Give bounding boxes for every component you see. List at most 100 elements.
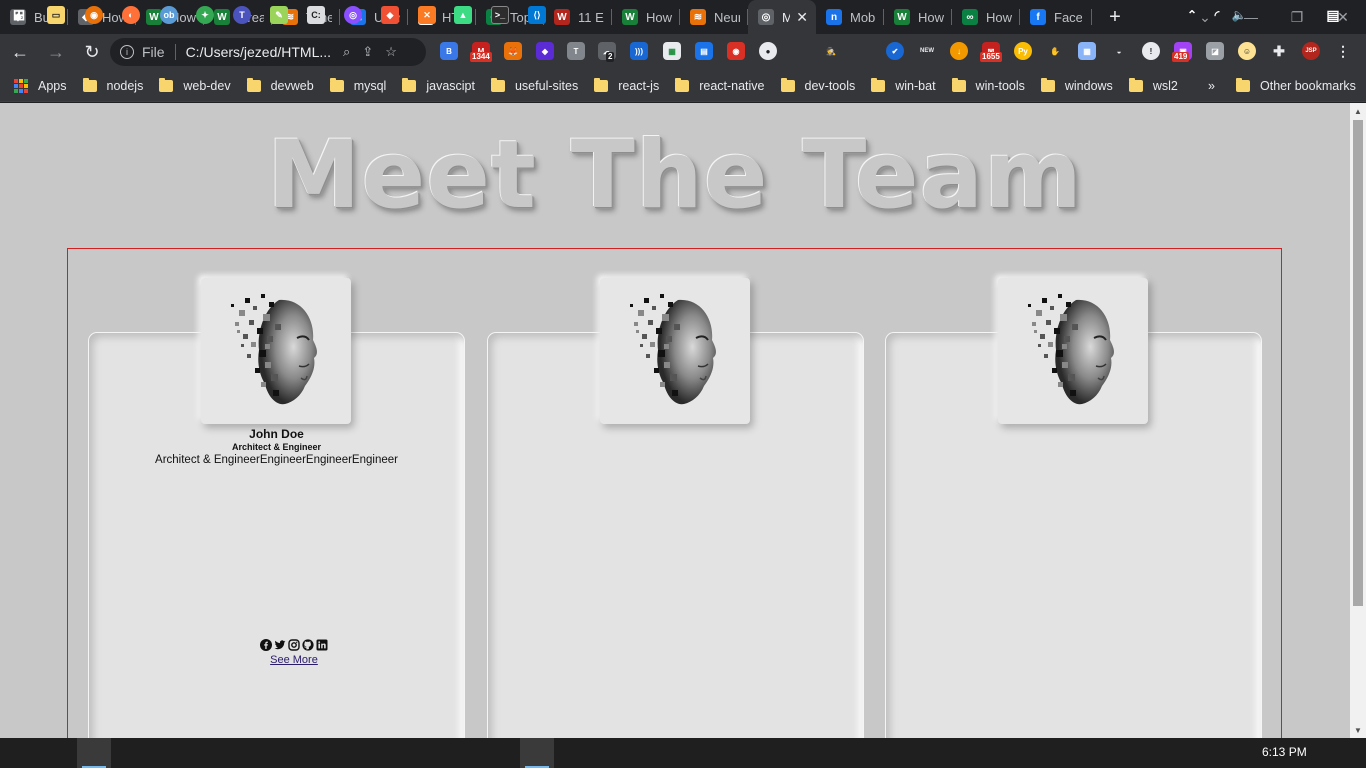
face-pixel-fragment — [251, 342, 256, 347]
layers-extension-icon[interactable]: ◆ — [536, 42, 554, 60]
hat-extension-icon[interactable]: ◒ — [1110, 42, 1128, 60]
scroll-thumb[interactable] — [1353, 120, 1363, 606]
mail-count-extension-icon[interactable]: ✉ 1655 — [980, 42, 1002, 62]
address-bar[interactable]: i File C:/Users/jezed/HTML... ⌕ ⇪ ☆ — [110, 38, 426, 66]
face-pixel-fragment — [664, 362, 670, 368]
see-more-link[interactable]: See More — [89, 654, 499, 666]
notification-center-icon[interactable]: ▤ — [1324, 6, 1342, 24]
bookmark-folder[interactable]: dev-tools — [773, 72, 864, 100]
url-text[interactable]: C:/Users/jezed/HTML... — [186, 44, 331, 60]
sound-extension-icon[interactable]: ))) — [630, 42, 648, 60]
circle-extension-icon[interactable]: ● — [759, 42, 777, 60]
metamask-extension-icon[interactable]: 🦊 — [504, 42, 522, 60]
browser-ob-icon[interactable]: ob — [160, 6, 178, 24]
info-extension-icon[interactable]: ! — [1142, 42, 1160, 60]
terminal-app-icon[interactable]: C: — [307, 6, 325, 24]
python-extension-icon[interactable]: Py — [1014, 42, 1032, 60]
face-extension-icon[interactable]: ☺ — [1238, 42, 1256, 60]
counter-extension-icon[interactable]: ▣ 419 — [1172, 42, 1192, 62]
reload-button[interactable]: ↻ — [76, 36, 108, 68]
text-extension-icon[interactable]: T — [567, 42, 585, 60]
file-explorer-icon[interactable]: ▭ — [47, 6, 65, 24]
face-pixel-fragment — [1054, 328, 1060, 334]
bookmark-folder[interactable]: wsl2 — [1121, 72, 1186, 100]
bookmark-folder[interactable]: win-bat — [863, 72, 943, 100]
linkedin-icon[interactable] — [316, 639, 328, 651]
forward-button[interactable]: → — [40, 36, 72, 68]
new-tab-button[interactable]: + — [1104, 6, 1126, 29]
bookmark-folder[interactable]: devweb — [239, 72, 322, 100]
apps-shortcut[interactable]: Apps — [6, 72, 75, 100]
zoom-icon[interactable]: ⌕ — [343, 44, 350, 60]
browser-tab[interactable]: f Facel — [1020, 0, 1092, 34]
bookmark-folder[interactable]: win-tools — [944, 72, 1033, 100]
firefox-icon[interactable]: ◐ — [122, 6, 140, 24]
github-icon[interactable] — [302, 639, 314, 651]
scroll-up-icon[interactable]: ▲ — [1350, 103, 1366, 119]
scroll-down-icon[interactable]: ▼ — [1350, 722, 1366, 738]
chart-extension-icon[interactable]: ▦ — [663, 42, 681, 60]
camera-extension-icon[interactable]: ◉ — [727, 42, 745, 60]
bookmark-folder[interactable]: web-dev — [151, 72, 238, 100]
xampp-icon[interactable]: ✕ — [418, 6, 436, 24]
git-icon[interactable]: ◆ — [381, 6, 399, 24]
browser-tab[interactable]: W How — [884, 0, 952, 34]
notes-app-icon[interactable]: ✎ — [270, 6, 288, 24]
chrome-icon[interactable]: ◉ — [85, 6, 103, 24]
browser-tab[interactable]: ◎ M ✕ — [748, 0, 816, 34]
instagram-icon[interactable] — [288, 639, 300, 651]
cloud-extension-icon[interactable]: ☁ 2 — [598, 42, 616, 62]
browser-tab[interactable]: ≋ Neur — [680, 0, 748, 34]
close-tab-icon[interactable]: ✕ — [796, 9, 808, 26]
hand-extension-icon[interactable]: ✋ — [1046, 42, 1064, 60]
tab-favicon-icon: ∞ — [962, 9, 978, 25]
gmail-extension-icon[interactable]: M 1344 — [470, 42, 492, 62]
wifi-icon[interactable]: ◜ — [1208, 6, 1226, 24]
share-icon[interactable]: ⇪ — [362, 44, 373, 60]
profile-avatar[interactable]: JSP — [1302, 42, 1320, 60]
folder-icon — [329, 77, 344, 92]
new-extension-icon[interactable]: NEW — [918, 42, 936, 60]
doc-extension-icon[interactable]: ▤ — [695, 42, 713, 60]
taskbar-clock[interactable]: 6:13 PM — [1262, 745, 1307, 759]
bookmark-folder[interactable]: javascipt — [394, 72, 483, 100]
twitter-icon[interactable] — [274, 639, 286, 651]
bookmark-folder[interactable]: windows — [1033, 72, 1121, 100]
bookmark-folder[interactable]: mysql — [322, 72, 395, 100]
github-desktop-icon[interactable]: ◎ — [344, 6, 362, 24]
puzzle-extensions-icon[interactable]: ✚ — [1270, 42, 1288, 60]
bookmark-folder[interactable]: nodejs — [75, 72, 152, 100]
other-bookmarks-folder[interactable]: Other bookmarks — [1228, 72, 1364, 100]
more-bookmarks-button[interactable]: » — [1200, 72, 1223, 100]
site-info-icon[interactable]: i — [120, 45, 134, 59]
tab-title: 11 Ex — [578, 9, 604, 25]
vscode-icon[interactable]: ⟨⟩ — [528, 6, 546, 24]
page-scrollbar[interactable]: ▲ ▼ — [1350, 103, 1366, 738]
bitwarden-extension-icon[interactable]: B — [440, 42, 458, 60]
face-pixel-fragment — [1056, 350, 1063, 357]
volume-icon[interactable]: 🔈 — [1230, 6, 1248, 24]
android-studio-icon[interactable]: ▲ — [454, 6, 472, 24]
bookmark-star-icon[interactable]: ☆ — [385, 44, 397, 60]
square-extension-icon[interactable]: ◪ — [1206, 42, 1224, 60]
browser-tab[interactable]: n Mob — [816, 0, 884, 34]
windows-start-icon[interactable]: ⊞ — [10, 6, 28, 24]
back-button[interactable]: ← — [4, 36, 36, 68]
spy-extension-icon[interactable]: 🕵 — [822, 42, 840, 60]
grid-extension-icon[interactable]: ▦ — [1078, 42, 1096, 60]
browser-tab[interactable]: W 11 Ex — [544, 0, 612, 34]
browser-tab[interactable]: W How — [612, 0, 680, 34]
teams-icon[interactable]: T — [233, 6, 251, 24]
bookmark-folder[interactable]: react-native — [667, 72, 772, 100]
bookmark-folder[interactable]: react-js — [586, 72, 667, 100]
check-extension-icon[interactable]: ✔ — [886, 42, 904, 60]
globe-app-icon[interactable]: ✦ — [196, 6, 214, 24]
restore-button[interactable]: ❐ — [1274, 0, 1320, 34]
menu-kebab-icon[interactable]: ⋮ — [1334, 42, 1352, 60]
windows-terminal-icon[interactable]: >_ — [491, 6, 509, 24]
bookmark-folder[interactable]: useful-sites — [483, 72, 586, 100]
facebook-icon[interactable] — [260, 639, 272, 651]
download-extension-icon[interactable]: ↓ — [950, 42, 968, 60]
tray-chevron-icon[interactable]: ⌃ — [1183, 6, 1201, 24]
browser-tab[interactable]: ∞ How — [952, 0, 1020, 34]
